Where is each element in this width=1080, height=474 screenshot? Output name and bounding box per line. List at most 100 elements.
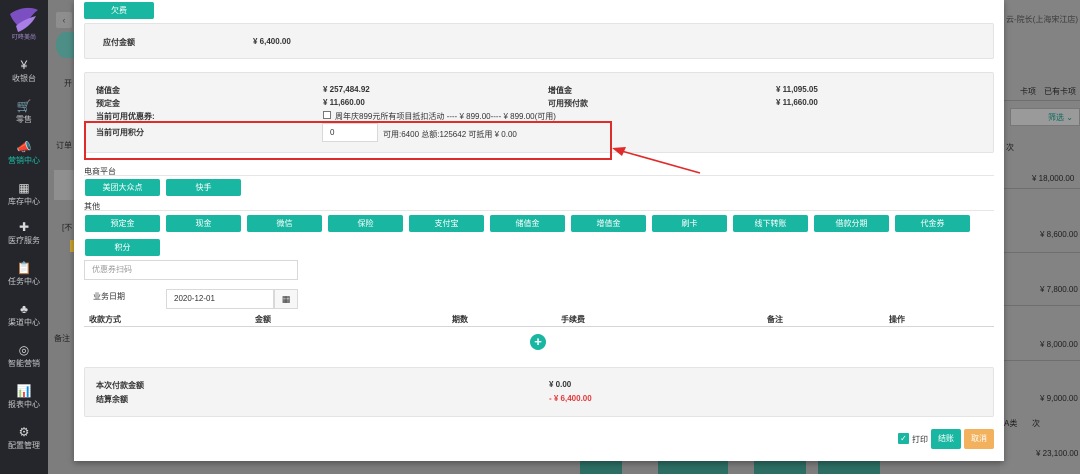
pay-method-button[interactable]: 刷卡 [652,215,727,232]
yen-icon: ¥ [20,58,28,72]
pay-method-button[interactable]: 增值金 [571,215,646,232]
col-payment-method: 收款方式 [89,315,121,324]
divider [84,210,994,211]
sidebar-item-label: 智能营销 [8,359,40,368]
points-highlight-box [84,121,612,160]
pay-method-button[interactable]: 微信 [247,215,322,232]
brand-logo-text: 叮咚美尚 [11,35,36,41]
sidebar-item-8[interactable]: 📊 报表中心 [0,384,48,410]
pay-method-button[interactable]: 保险 [328,215,403,232]
main-sidebar: 叮咚美尚 ¥ 收银台 🛒 零售 📣 营销中心 ▦ 库存中心 ✚ 医疗服务 📋 任务中心 ♣ 渠道中心 ◎ 智能… [0,0,48,474]
col-amount: 金额 [255,315,271,324]
pay-method-button[interactable]: 代金券 [895,215,970,232]
back-arrow-icon[interactable]: ‹ [56,12,72,28]
filter-label: 筛选 [1048,113,1064,122]
sidebar-item-label: 零售 [16,115,32,124]
bg-amount-5: ¥ 9,000.00 [1040,394,1078,403]
bg-col-label-2: A类 [1004,419,1018,428]
cancel-button[interactable]: 取消 [964,429,994,449]
sidebar-item-label: 渠道中心 [8,318,40,327]
col-remark: 备注 [767,315,783,324]
payable-value: ¥ 6,400.00 [253,37,291,46]
sidebar-item-7[interactable]: ◎ 智能营销 [0,343,48,369]
debt-tab-button[interactable]: 欠费 [84,2,154,19]
bg-text-1: 开 [64,79,72,88]
bonus-value-amount: ¥ 11,095.05 [776,85,818,94]
pay-method-button[interactable]: 储值金 [490,215,565,232]
coupon-scan-input[interactable]: 优惠券扫码 [84,260,298,280]
chevron-down-icon: ⌄ [1066,113,1073,122]
pay-method-button[interactable]: 借款分期 [814,215,889,232]
stored-value-amount: ¥ 257,484.92 [323,85,370,94]
sidebar-item-6[interactable]: ♣ 渠道中心 [0,302,48,328]
sidebar-item-2[interactable]: 📣 营销中心 [0,140,48,166]
this-payment-value: ¥ 0.00 [549,380,572,389]
sidebar-item-9[interactable]: ⚙ 配置管理 [0,425,48,451]
bg-block [54,170,74,200]
col-installments: 期数 [452,315,468,324]
pay-method-button[interactable]: 预定金 [85,215,160,232]
pay-method-button[interactable]: 线下转账 [733,215,808,232]
available-deposit-label: 可用预付款 [548,99,588,108]
tab-card-items[interactable]: 卡项 [1020,86,1036,97]
bar-chart-icon: 📊 [16,384,32,398]
available-deposit-amount: ¥ 11,660.00 [776,98,818,107]
stored-value-label: 储值金 [96,86,120,95]
sidebar-item-1[interactable]: 🛒 零售 [0,99,48,125]
sidebar-item-label: 收银台 [12,74,36,83]
sidebar-item-5[interactable]: 📋 任务中心 [0,261,48,287]
avatar [56,32,74,58]
bg-col-label-3: 次 [1032,419,1040,428]
deposit-amount: ¥ 11,660.00 [323,98,365,107]
store-name: 云-院长(上海宋江店) [1006,15,1078,24]
balance-due-value: - ¥ 6,400.00 [549,394,592,403]
sidebar-item-label: 配置管理 [8,441,40,450]
print-label: 打印 [912,435,928,444]
col-action: 操作 [889,315,905,324]
tab-owned-cards[interactable]: 已有卡项 [1044,86,1076,97]
gear-icon: ⚙ [18,425,30,439]
add-payment-icon[interactable]: + [530,334,546,350]
bg-amount-1: ¥ 18,000.00 [1032,174,1075,183]
sidebar-item-3[interactable]: ▦ 库存中心 [0,181,48,207]
bg-text-4: 备注 [54,334,70,343]
bg-amount-2: ¥ 8,600.00 [1040,230,1078,239]
cart-icon: 🛒 [16,99,32,113]
filter-dropdown[interactable]: 筛选 ⌄ [1048,112,1073,123]
sidebar-item-label: 库存中心 [8,197,40,206]
sidebar-item-4[interactable]: ✚ 医疗服务 [0,220,48,246]
kuaishou-button[interactable]: 快手 [166,179,241,196]
divider [84,175,994,176]
pay-method-button[interactable]: 积分 [85,239,160,256]
sidebar-item-label: 报表中心 [8,400,40,409]
grid-icon: ▦ [18,181,30,195]
megaphone-icon: 📣 [16,140,32,154]
clipboard-icon: 📋 [16,261,32,275]
pay-method-button[interactable]: 现金 [166,215,241,232]
calendar-icon[interactable]: ▦ [274,289,298,309]
bg-amount-6: ¥ 23,100.00 [1036,449,1079,458]
business-date-input[interactable]: 2020-12-01 [166,289,274,309]
hierarchy-icon: ♣ [20,302,28,316]
bonus-value-label: 增值金 [548,86,572,95]
sidebar-item-label: 营销中心 [8,156,40,165]
balance-due-label: 结算余额 [96,395,128,404]
print-checkbox[interactable]: ✓ [898,433,909,444]
settle-button[interactable]: 结账 [931,429,961,449]
bg-text-2: 订单 [56,141,72,150]
bg-text-3: [不 [62,223,73,232]
sidebar-item-label: 医疗服务 [8,236,40,245]
background-right-panel: 云-院长(上海宋江店) 卡项 已有卡项 次 ¥ 18,000.00 ¥ 8,60… [1000,0,1080,474]
business-date-label: 业务日期 [93,292,125,301]
pay-method-button[interactable]: 支付宝 [409,215,484,232]
meituan-button[interactable]: 美团大众点 [85,179,160,196]
payable-label: 应付金额 [103,38,135,47]
summary-panel [84,367,994,417]
bg-amount-4: ¥ 8,000.00 [1040,340,1078,349]
bg-col-label: 次 [1006,143,1014,152]
deposit-label: 预定金 [96,99,120,108]
col-fee: 手续费 [561,315,585,324]
sidebar-item-0[interactable]: ¥ 收银台 [0,58,48,84]
target-icon: ◎ [18,343,30,357]
coupon-checkbox[interactable] [323,111,331,119]
